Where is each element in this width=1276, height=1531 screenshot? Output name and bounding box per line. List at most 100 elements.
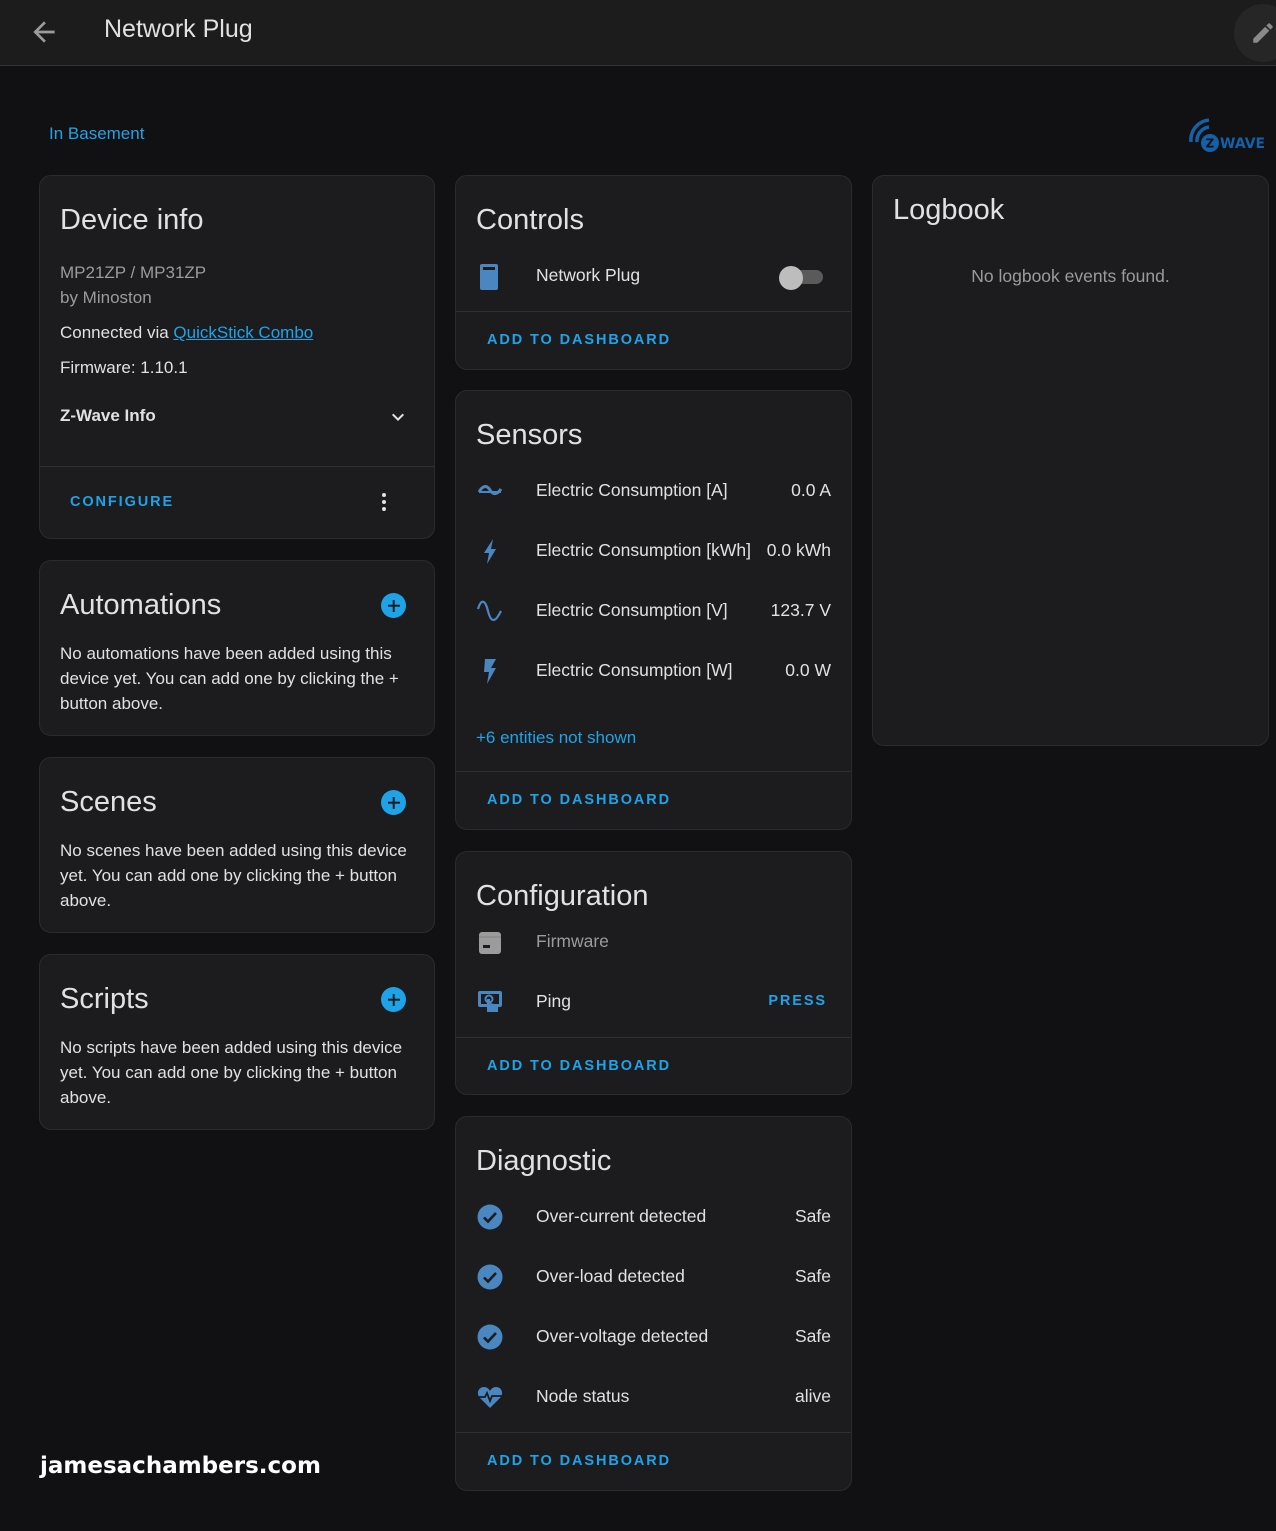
sine-wave-icon (476, 600, 502, 622)
power-socket-icon (480, 264, 498, 290)
diagnostic-row[interactable]: Over-current detected Safe (456, 1197, 851, 1237)
configuration-add-to-dashboard-button[interactable]: ADD TO DASHBOARD (487, 1058, 671, 1074)
connected-via: Connected via QuickStick Combo (60, 323, 313, 343)
zwave-info-expander[interactable]: Z-Wave Info (60, 406, 415, 426)
sensor-value: 0.0 W (785, 660, 831, 680)
control-row-network-plug[interactable]: Network Plug (456, 256, 851, 296)
flash-power-icon (484, 659, 496, 684)
edit-device-button[interactable] (1234, 4, 1276, 62)
add-scene-button[interactable] (381, 790, 406, 815)
svg-text:Z: Z (1206, 137, 1215, 151)
diagnostic-label: Node status (536, 1386, 630, 1406)
card-divider (456, 771, 851, 772)
sensors-title: Sensors (476, 419, 583, 451)
controls-card: Controls Network Plug ADD TO DASHBOARD (455, 175, 852, 370)
heart-pulse-icon (477, 1387, 503, 1408)
scripts-card: Scripts No scripts have been added using… (39, 954, 435, 1130)
check-circle-icon (477, 1264, 503, 1290)
automations-card: Automations No automations have been add… (39, 560, 435, 736)
config-label: Ping (536, 991, 572, 1011)
device-info-card: Device info MP21ZP / MP31ZP by Minoston … (39, 175, 435, 539)
check-circle-icon (477, 1204, 503, 1230)
zwave-logo: Z WAVE (1189, 118, 1265, 152)
card-divider (40, 466, 434, 467)
check-circle-icon (477, 1324, 503, 1350)
sensor-value: 0.0 A (791, 480, 831, 500)
add-script-button[interactable] (381, 987, 406, 1012)
firmware-icon (479, 932, 501, 954)
controls-title: Controls (476, 204, 584, 236)
firmware-version: Firmware: 1.10.1 (60, 358, 188, 377)
control-label: Network Plug (536, 265, 641, 285)
device-manufacturer: by Minoston (60, 288, 152, 307)
sensor-row[interactable]: Electric Consumption [A] 0.0 A (456, 471, 851, 511)
diagnostic-label: Over-load detected (536, 1266, 685, 1286)
diagnostic-value: Safe (795, 1206, 831, 1226)
svg-text:WAVE: WAVE (1220, 136, 1265, 152)
scripts-empty-text: No scripts have been added using this de… (60, 1038, 403, 1107)
diagnostic-label: Over-voltage detected (536, 1326, 709, 1346)
configuration-title: Configuration (476, 880, 649, 912)
more-vertical-icon[interactable] (372, 490, 396, 514)
configure-button[interactable]: CONFIGURE (70, 494, 174, 510)
diagnostic-card: Diagnostic Over-current detected Safe Ov… (455, 1116, 852, 1491)
scenes-title: Scenes (60, 786, 157, 818)
sensors-card: Sensors Electric Consumption [A] 0.0 A E… (455, 390, 852, 830)
more-entities-link[interactable]: +6 entities not shown (476, 728, 636, 748)
back-button[interactable] (28, 16, 60, 48)
page-title: Network Plug (104, 15, 253, 43)
gesture-tap-button-icon (478, 991, 502, 1012)
zwave-info-label: Z-Wave Info (60, 406, 156, 425)
scenes-card: Scenes No scenes have been added using t… (39, 757, 435, 933)
add-automation-button[interactable] (381, 593, 406, 618)
sensor-row[interactable]: Electric Consumption [W] 0.0 W (456, 651, 851, 691)
ping-press-button[interactable]: PRESS (768, 993, 827, 1009)
sensor-value: 123.7 V (770, 600, 831, 620)
config-row-ping[interactable]: Ping PRESS (456, 982, 851, 1022)
flash-icon (484, 539, 496, 564)
area-link[interactable]: In Basement (49, 124, 144, 144)
diagnostic-row[interactable]: Over-load detected Safe (456, 1257, 851, 1297)
diagnostic-add-to-dashboard-button[interactable]: ADD TO DASHBOARD (487, 1453, 671, 1469)
toggle-thumb (779, 266, 803, 290)
arrow-left-icon (33, 21, 55, 43)
diagnostic-value: alive (795, 1386, 831, 1406)
sensor-row[interactable]: Electric Consumption [V] 123.7 V (456, 591, 851, 631)
logbook-empty-text: No logbook events found. (971, 266, 1170, 286)
automations-title: Automations (60, 589, 222, 621)
chevron-down-icon[interactable] (386, 405, 410, 429)
logbook-card: Logbook No logbook events found. (872, 175, 1269, 746)
connected-via-link[interactable]: QuickStick Combo (173, 323, 313, 342)
scripts-title: Scripts (60, 983, 149, 1015)
diagnostic-row[interactable]: Node status alive (456, 1377, 851, 1417)
current-ac-icon (477, 485, 503, 496)
sensor-value: 0.0 kWh (766, 540, 831, 560)
card-divider (456, 311, 851, 312)
network-plug-toggle[interactable] (779, 266, 825, 290)
automations-empty-text: No automations have been added using thi… (60, 644, 399, 713)
device-model: MP21ZP / MP31ZP (60, 263, 207, 282)
diagnostic-value: Safe (795, 1266, 831, 1286)
sensor-label: Electric Consumption [V] (536, 600, 728, 620)
diagnostic-title: Diagnostic (476, 1145, 612, 1177)
diagnostic-row[interactable]: Over-voltage detected Safe (456, 1317, 851, 1357)
card-divider (456, 1037, 851, 1038)
pencil-icon (1253, 23, 1273, 43)
config-label: Firmware (536, 931, 609, 951)
diagnostic-value: Safe (795, 1326, 831, 1346)
sensor-label: Electric Consumption [kWh] (536, 540, 751, 560)
sensor-label: Electric Consumption [W] (536, 660, 733, 680)
watermark: jamesachambers.com (40, 1453, 321, 1479)
diagnostic-label: Over-current detected (536, 1206, 707, 1226)
sensor-row[interactable]: Electric Consumption [kWh] 0.0 kWh (456, 531, 851, 571)
connected-via-label: Connected via (60, 323, 174, 342)
card-divider (456, 1432, 851, 1433)
logbook-title: Logbook (893, 194, 1005, 226)
top-app-bar: Network Plug (0, 0, 1276, 66)
sensor-label: Electric Consumption [A] (536, 480, 728, 500)
config-row-firmware[interactable]: Firmware (456, 922, 851, 962)
controls-add-to-dashboard-button[interactable]: ADD TO DASHBOARD (487, 332, 671, 348)
device-info-title: Device info (60, 204, 204, 236)
scenes-empty-text: No scenes have been added using this dev… (60, 841, 407, 910)
sensors-add-to-dashboard-button[interactable]: ADD TO DASHBOARD (487, 792, 671, 808)
